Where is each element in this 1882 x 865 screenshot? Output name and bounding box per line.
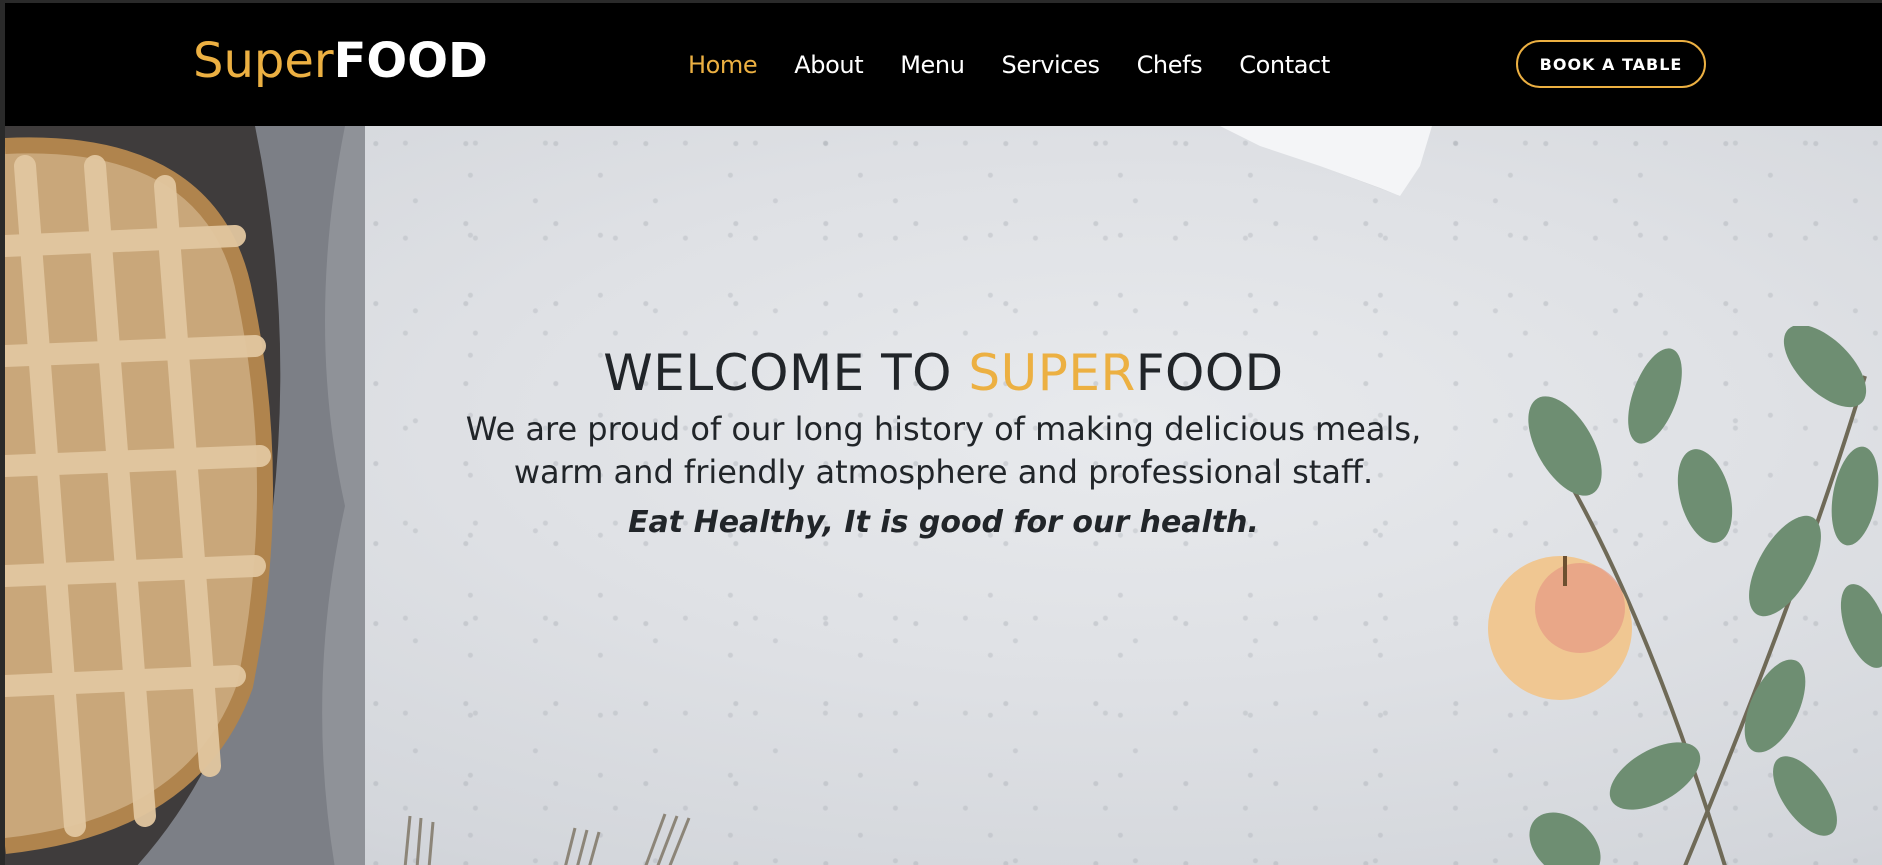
hero-content: WELCOME TO SUPERFOOD We are proud of our… — [5, 344, 1882, 540]
site-header: SuperFOOD Home About Menu Services Chefs… — [5, 3, 1882, 126]
hero-title: WELCOME TO SUPERFOOD — [5, 344, 1882, 402]
nav-item-chefs[interactable]: Chefs — [1137, 51, 1203, 79]
main-nav: Home About Menu Services Chefs Contact — [688, 51, 1367, 79]
napkin-image — [1220, 126, 1432, 196]
book-table-button[interactable]: BOOK A TABLE — [1516, 40, 1706, 88]
forks-image — [403, 813, 691, 865]
nav-item-home[interactable]: Home — [688, 51, 758, 79]
hero-title-prefix: WELCOME TO — [603, 344, 969, 402]
nav-item-contact[interactable]: Contact — [1239, 51, 1330, 79]
nav-item-menu[interactable]: Menu — [900, 51, 965, 79]
brand-logo[interactable]: SuperFOOD — [193, 33, 488, 89]
brand-logo-part2: FOOD — [333, 33, 488, 89]
hero-description: We are proud of our long history of maki… — [465, 410, 1422, 491]
nav-item-services[interactable]: Services — [1002, 51, 1100, 79]
nav-item-about[interactable]: About — [794, 51, 863, 79]
hero-section: WELCOME TO SUPERFOOD We are proud of our… — [5, 126, 1882, 865]
page-frame: SuperFOOD Home About Menu Services Chefs… — [5, 3, 1882, 865]
hero-title-highlight: SUPER — [968, 344, 1136, 402]
brand-logo-part1: Super — [193, 33, 334, 89]
hero-tagline: Eat Healthy, It is good for our health. — [628, 505, 1259, 540]
hero-title-suffix: FOOD — [1135, 344, 1284, 402]
